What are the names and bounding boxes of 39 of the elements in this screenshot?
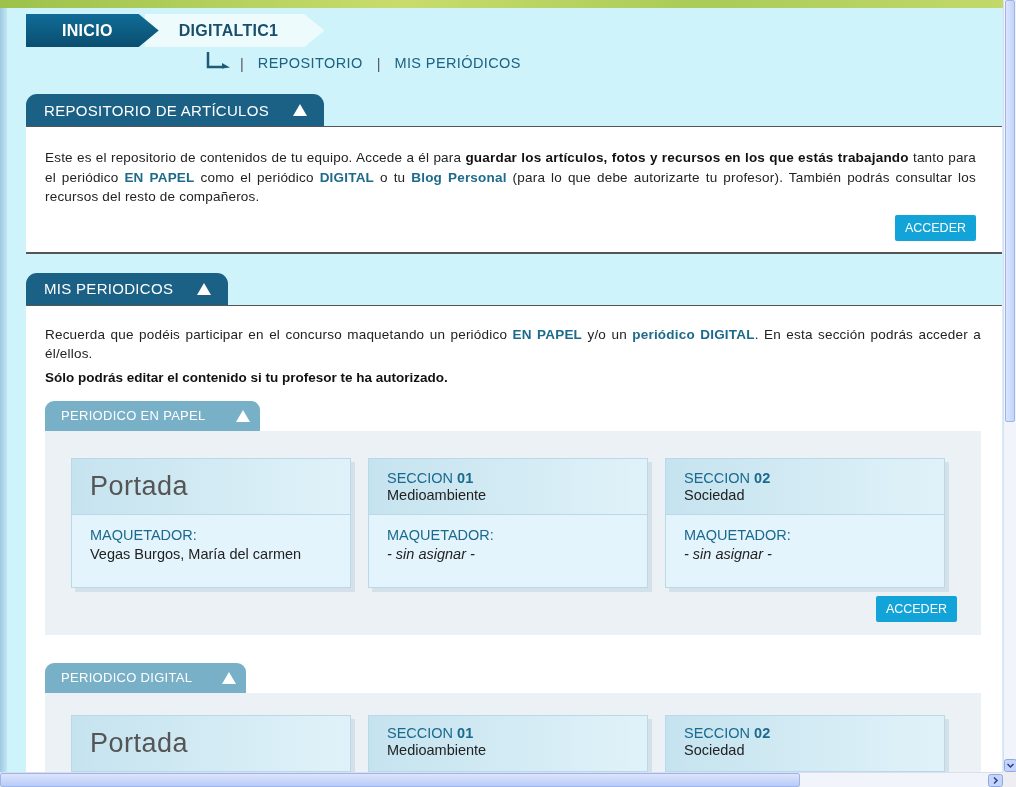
separator-text: | (376, 56, 381, 72)
section-title: MIS PERIODICOS (44, 280, 174, 297)
notice-text: Sólo podrás editar el contenido si tu profesor te ha autorizado. (45, 369, 449, 385)
layout-author: - sin asignar - (387, 545, 476, 562)
section-name: Sociedad (684, 741, 746, 758)
section-number: SECCION 02 (684, 724, 772, 741)
section-number: SECCION 02 (684, 469, 772, 486)
page-title: Portada (90, 726, 190, 760)
section-tab[interactable]: REPOSITORIO DE ARTÍCULOS (26, 94, 325, 126)
description-text: Recuerda que podéis participar en el concurso maquetando un periódico EN PAPEL y/o un periódico DIGITAL. En esta sección podrás acceder a él/ellos. (45, 325, 981, 363)
section-name: Medioambiente (387, 741, 488, 758)
collapse-triangle-icon[interactable] (197, 282, 212, 295)
scrollbar-corner (1003, 772, 1016, 787)
section-title: REPOSITORIO DE ARTÍCULOS (44, 101, 270, 119)
corner-arrow-icon (206, 52, 232, 70)
scroll-right-icon[interactable] (988, 773, 1003, 787)
section-title: PERIODICO EN PAPEL (61, 408, 206, 423)
breadcrumb-link[interactable]: DIGITALTIC1 (144, 14, 325, 47)
separator-text: | (240, 56, 244, 72)
section-number: SECCION 01 (387, 469, 475, 486)
scroll-down-icon[interactable] (1004, 759, 1016, 772)
section-name: Sociedad (684, 486, 746, 503)
nav-link[interactable]: MIS PERIÓDICOS (394, 54, 521, 72)
layout-author: Vegas Burgos, María del carmen (90, 545, 303, 562)
nav-link[interactable]: REPOSITORIO (257, 54, 363, 72)
layout-label: MAQUETADOR: (387, 526, 495, 543)
collapse-triangle-icon[interactable] (293, 104, 308, 116)
section-title: PERIODICO DIGITAL (61, 670, 193, 685)
section-name: Medioambiente (387, 486, 488, 503)
layout-author: - sin asignar - (684, 545, 773, 562)
vertical-scrollbar[interactable] (1003, 0, 1016, 772)
section-tab[interactable]: MIS PERIODICOS (26, 272, 229, 305)
page-title: Portada (90, 470, 190, 502)
description-text: Este es el repositorio de contenidos de tu equipo. Accede a él para guardar los artículos, fotos y recursos en los que estás trabajando tanto para el periódico EN PAPEL como el periódico DIGITAL o tu Blog Personal (para lo que debe autorizarte tu profesor). También podrás consultar los recursos del resto de compañeros. (45, 149, 976, 206)
breadcrumb-link[interactable]: INICIO (26, 14, 159, 47)
layout-label: MAQUETADOR: (684, 526, 792, 543)
section-number: SECCION 01 (387, 724, 475, 741)
layout-label: MAQUETADOR: (90, 526, 198, 543)
horizontal-scrollbar[interactable] (0, 772, 1003, 787)
